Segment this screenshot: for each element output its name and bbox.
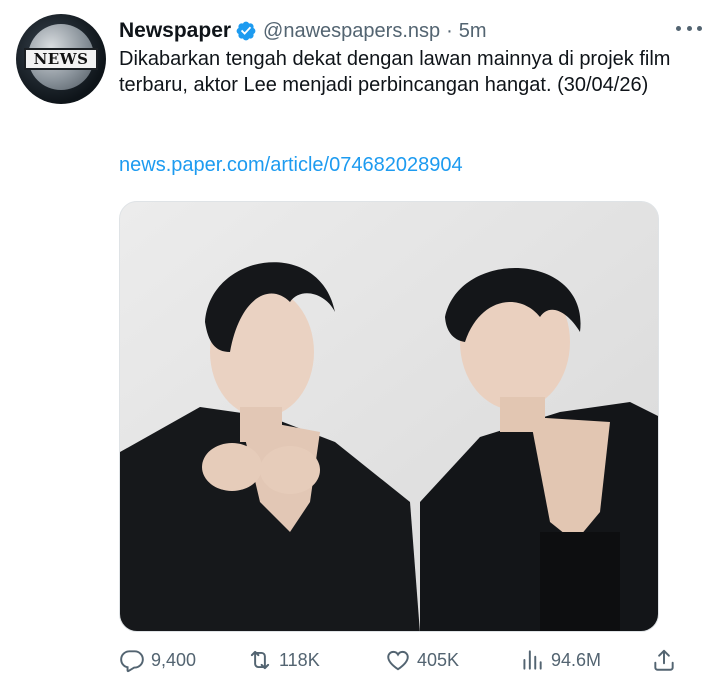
more-options-icon[interactable] <box>676 18 702 38</box>
retweet-button[interactable]: 118K <box>247 644 320 676</box>
tweet-header: Newspaper @nawespapers.nsp · 5m <box>119 16 487 46</box>
retweet-icon <box>250 650 270 670</box>
share-button[interactable] <box>651 644 683 676</box>
avatar[interactable]: NEWS <box>16 14 106 104</box>
photo-illustration <box>120 202 658 631</box>
article-link[interactable]: news.paper.com/article/074682028904 <box>119 152 463 178</box>
share-icon <box>654 649 674 671</box>
tweet-photo[interactable] <box>119 201 659 632</box>
retweet-count: 118K <box>279 649 320 670</box>
reply-icon <box>120 650 144 673</box>
separator-dot: · <box>446 19 453 42</box>
reply-button[interactable]: 9,400 <box>119 644 196 676</box>
tweet-text: Dikabarkan tengah dekat dengan lawan mai… <box>119 48 671 96</box>
tweet-actions: 9,400 118K 405K 94.6M <box>119 644 689 676</box>
reply-count: 9,400 <box>151 649 197 670</box>
views-count: 94.6M <box>551 649 602 670</box>
views-icon <box>523 650 542 670</box>
account-handle[interactable]: @nawespapers.nsp <box>263 20 440 43</box>
views-button[interactable]: 94.6M <box>519 644 601 676</box>
avatar-logo-text: NEWS <box>24 48 98 70</box>
verified-badge-icon <box>236 21 256 41</box>
like-count: 405K <box>417 649 460 670</box>
account-name[interactable]: Newspaper <box>119 19 231 43</box>
like-icon <box>387 650 409 671</box>
tweet-timestamp[interactable]: 5m <box>459 20 487 43</box>
like-button[interactable]: 405K <box>385 644 459 676</box>
